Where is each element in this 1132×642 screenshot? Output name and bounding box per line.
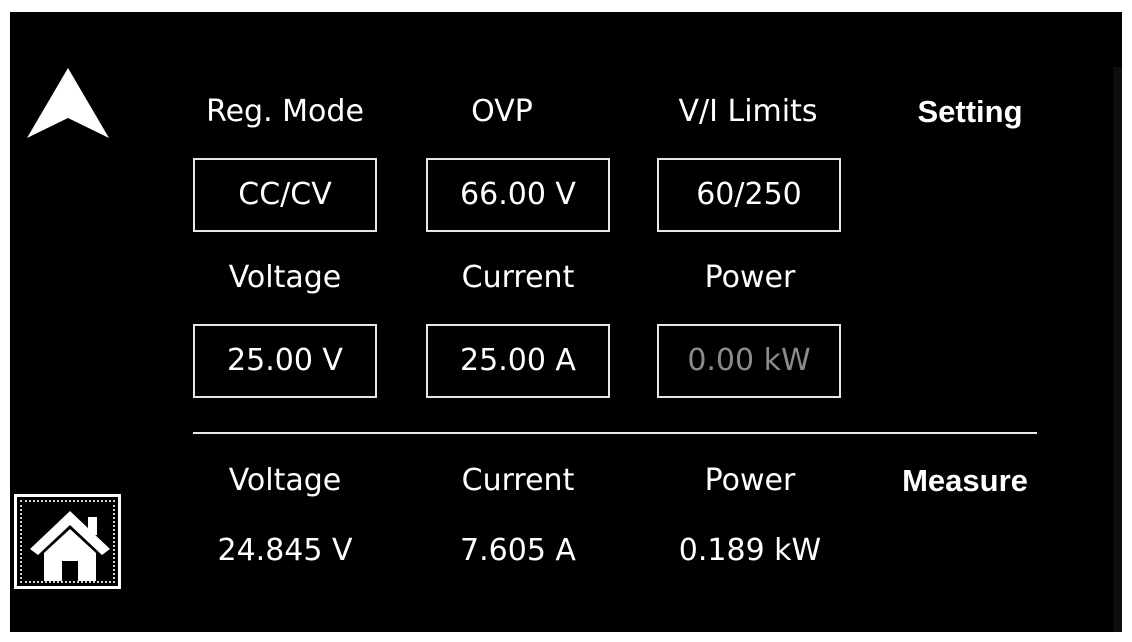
scrollbar-track <box>1113 67 1122 632</box>
measure-current-label: Current <box>461 463 575 498</box>
measure-power-label: Power <box>704 463 796 498</box>
measure-voltage-value: 24.845 V <box>217 533 353 568</box>
ovp-label: OVP <box>471 94 533 129</box>
set-current-label: Current <box>461 260 575 295</box>
set-current-field[interactable]: 25.00 A <box>426 324 610 398</box>
home-button[interactable] <box>14 494 121 589</box>
up-arrow-icon <box>27 68 109 138</box>
reg-mode-label: Reg. Mode <box>206 94 364 129</box>
set-power-field: 0.00 kW <box>657 324 841 398</box>
measure-section-label: Measure <box>902 463 1028 498</box>
section-divider <box>193 432 1037 434</box>
reg-mode-field[interactable]: CC/CV <box>193 158 377 232</box>
set-power-label: Power <box>704 260 796 295</box>
set-voltage-label: Voltage <box>228 260 342 295</box>
setting-section-label: Setting <box>917 94 1023 129</box>
home-icon <box>30 511 110 581</box>
home-button-focus-ring <box>20 500 115 583</box>
set-voltage-field[interactable]: 25.00 V <box>193 324 377 398</box>
up-button[interactable] <box>25 66 111 140</box>
vi-limits-label: V/I Limits <box>678 94 818 129</box>
ovp-field[interactable]: 66.00 V <box>426 158 610 232</box>
measure-current-value: 7.605 A <box>460 533 576 568</box>
vi-limits-field[interactable]: 60/250 <box>657 158 841 232</box>
measure-voltage-label: Voltage <box>228 463 342 498</box>
power-supply-screen: Reg. Mode OVP V/I Limits Setting CC/CV 6… <box>10 12 1122 632</box>
measure-power-value: 0.189 kW <box>678 533 822 568</box>
